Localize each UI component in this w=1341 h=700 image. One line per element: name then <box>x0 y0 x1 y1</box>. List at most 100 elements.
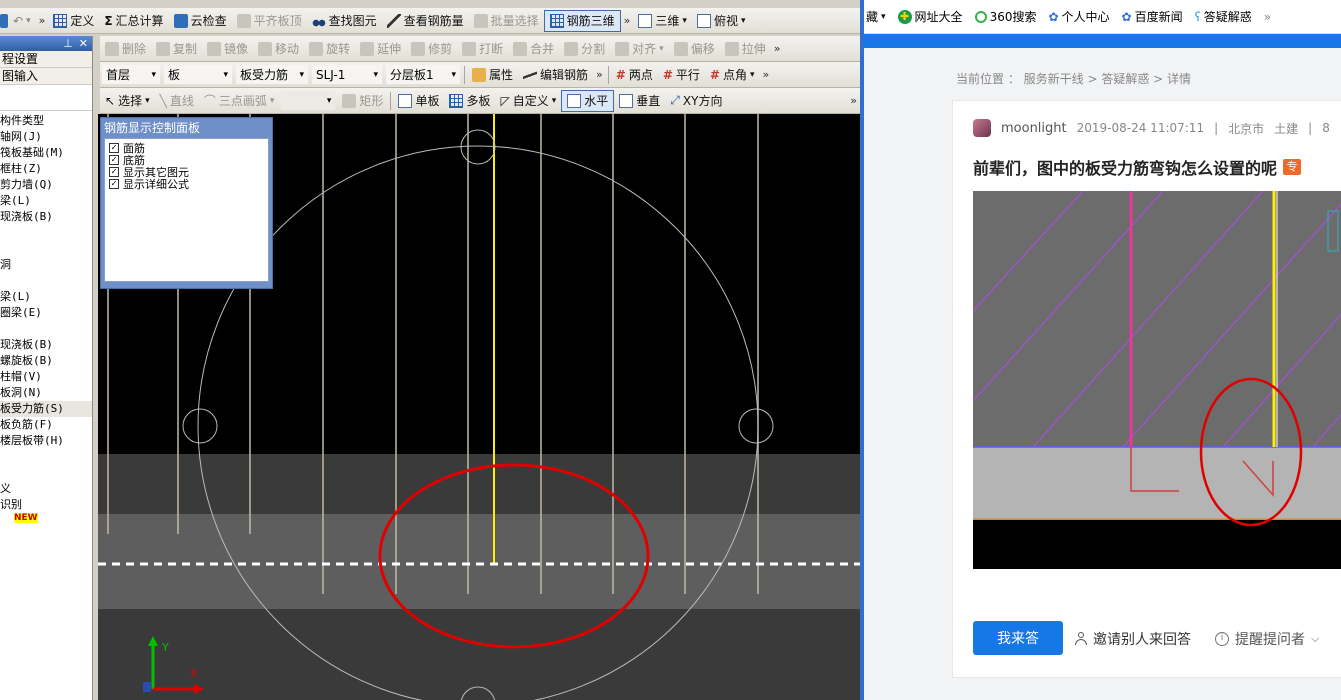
tree-item[interactable]: 剪力墙(Q) <box>0 177 92 193</box>
avatar[interactable] <box>973 119 991 137</box>
align-button[interactable]: 对齐 ▾ <box>610 38 669 60</box>
tree-item[interactable]: 板受力筋(S) <box>0 401 92 417</box>
vertical-button[interactable]: 垂直 <box>614 90 665 112</box>
pin-icon[interactable]: ⊥ <box>63 37 73 50</box>
arc-param-select[interactable]: ▾ <box>281 91 336 110</box>
tree-item[interactable] <box>0 321 92 337</box>
property-button[interactable]: 属性 <box>467 64 518 86</box>
tree-item[interactable]: 板负筋(F) <box>0 417 92 433</box>
toolbar-overflow-icon[interactable]: » <box>593 68 606 81</box>
bookmark-item[interactable]: ʕ 答疑解惑 <box>1195 8 1252 25</box>
bookmark-item[interactable]: ✿ 百度新闻 <box>1122 8 1183 25</box>
rebar-3d-button[interactable]: 钢筋三维 <box>543 9 621 32</box>
tree-item[interactable]: 梁(L) <box>0 193 92 209</box>
toolbar-overflow-icon[interactable]: » <box>760 68 773 81</box>
select-button[interactable]: ↖ 选择 ▾ <box>100 90 155 112</box>
project-settings-item[interactable]: 程设置 <box>0 51 92 68</box>
tree-item[interactable]: 圈梁(E) <box>0 305 92 321</box>
tree-item[interactable]: 框柱(Z) <box>0 161 92 177</box>
category-select[interactable]: 板 ▾ <box>164 65 232 84</box>
top-view-dropdown[interactable]: 俯视 ▾ <box>692 10 751 32</box>
tree-item[interactable]: 现浇板(B) <box>0 337 92 353</box>
tree-item[interactable]: 柱帽(V) <box>0 369 92 385</box>
stretch-button[interactable]: 拉伸 <box>720 38 771 60</box>
point-angle-button[interactable]: # 点角 ▾ <box>705 64 760 86</box>
bookmark-item[interactable]: ✚ 网址大全 <box>897 8 963 25</box>
edit-rebar-button[interactable]: 编辑钢筋 <box>518 64 593 86</box>
checkbox[interactable]: ✓ <box>109 167 119 177</box>
checkbox[interactable]: ✓ <box>109 179 119 189</box>
bookmarks-overflow-icon[interactable]: » <box>1264 10 1271 24</box>
parallel-button[interactable]: # 平行 <box>658 64 705 86</box>
view-rebar-button[interactable]: 查看钢筋量 <box>382 10 469 32</box>
tree-item[interactable] <box>0 449 92 465</box>
tree-item[interactable]: 梁(L) <box>0 289 92 305</box>
cloud-check-button[interactable]: 云检查 <box>169 10 232 32</box>
offset-button[interactable]: 偏移 <box>669 38 720 60</box>
custom-button[interactable]: ◸ 自定义 ▾ <box>495 90 561 112</box>
copy-button[interactable]: 复制 <box>151 38 202 60</box>
tree-item[interactable]: 螺旋板(B) <box>0 353 92 369</box>
nav-handle-left[interactable] <box>182 408 218 444</box>
trim-button[interactable]: 修剪 <box>406 38 457 60</box>
rotate-button[interactable]: 旋转 <box>304 38 355 60</box>
toolbar-overflow-icon[interactable]: » <box>847 94 860 107</box>
save-icon[interactable] <box>0 13 8 28</box>
sum-calc-button[interactable]: Σ 汇总计算 <box>99 10 168 32</box>
toolbar-overflow-icon[interactable]: » <box>36 14 49 27</box>
single-slab-button[interactable]: 单板 <box>393 90 444 112</box>
extend-button[interactable]: 延伸 <box>355 38 406 60</box>
checkbox[interactable]: ✓ <box>109 155 119 165</box>
tree-item[interactable]: 现浇板(B) <box>0 209 92 225</box>
close-icon[interactable]: ✕ <box>79 37 88 50</box>
name-select[interactable]: SLJ-1 ▾ <box>312 65 382 84</box>
arc-button[interactable]: ⌒ 三点画弧 ▾ <box>199 90 280 112</box>
drawing-input-item[interactable]: 图输入 <box>0 68 92 85</box>
checkbox[interactable]: ✓ <box>109 143 119 153</box>
tree-item[interactable]: 板洞(N) <box>0 385 92 401</box>
invite-button[interactable]: 邀请别人来回答 <box>1075 629 1191 649</box>
tree-item[interactable]: 识别 <box>0 497 92 513</box>
toolbar-overflow-icon[interactable]: » <box>621 14 634 27</box>
bookmark-item[interactable]: ✿ 个人中心 <box>1048 8 1109 25</box>
multi-slab-button[interactable]: 多板 <box>444 90 495 112</box>
two-points-button[interactable]: # 两点 <box>611 64 658 86</box>
nav-handle-top[interactable] <box>460 129 496 165</box>
tree-item[interactable] <box>0 225 92 241</box>
rect-button[interactable]: 矩形 <box>337 90 388 112</box>
nav-handle-right[interactable] <box>738 408 774 444</box>
tree-item[interactable]: 轴网(J) <box>0 129 92 145</box>
define-button[interactable]: 定义 <box>48 10 99 32</box>
tree-item[interactable] <box>0 465 92 481</box>
layer-select[interactable]: 分层板1 ▾ <box>386 65 460 84</box>
undo-button[interactable]: ↶ ▾ <box>8 10 36 32</box>
line-button[interactable]: ╲ 直线 <box>155 90 199 112</box>
display-option[interactable]: ✓ 显示详细公式 <box>109 178 264 191</box>
delete-button[interactable]: 删除 <box>100 38 151 60</box>
find-element-button[interactable]: 查找图元 <box>307 10 382 32</box>
break-button[interactable]: 打断 <box>457 38 508 60</box>
batch-select-button[interactable]: 批量选择 <box>469 10 544 32</box>
toolbar-overflow-icon[interactable]: » <box>771 42 784 55</box>
mirror-button[interactable]: 镜像 <box>202 38 253 60</box>
split-button[interactable]: 分割 <box>559 38 610 60</box>
bookmark-item[interactable]: 360搜索 <box>974 8 1036 25</box>
tree-item[interactable] <box>0 273 92 289</box>
username[interactable]: moonlight <box>1001 121 1067 136</box>
question-image[interactable] <box>973 191 1341 569</box>
merge-button[interactable]: 合并 <box>508 38 559 60</box>
xy-direction-button[interactable]: ⤢ XY方向 <box>665 90 727 112</box>
tree-item[interactable]: 楼层板带(H) <box>0 433 92 449</box>
horizontal-button[interactable]: 水平 <box>561 89 615 112</box>
tree-item[interactable]: 义 <box>0 481 92 497</box>
remind-asker-button[interactable]: i 提醒提问者 ⌵ <box>1215 629 1319 649</box>
tree-item[interactable]: 筏板基础(M) <box>0 145 92 161</box>
answer-button[interactable]: 我来答 <box>973 621 1063 655</box>
type-select[interactable]: 板受力筋 ▾ <box>236 65 308 84</box>
tree-item[interactable]: 洞 <box>0 257 92 273</box>
level-slab-button[interactable]: 平齐板顶 <box>232 10 307 32</box>
tree-item[interactable] <box>0 241 92 257</box>
bookmark-cut[interactable]: 藏 ▾ <box>866 8 886 25</box>
tree-item[interactable]: 构件类型 <box>0 113 92 129</box>
floor-select[interactable]: 首层 ▾ <box>102 65 160 84</box>
